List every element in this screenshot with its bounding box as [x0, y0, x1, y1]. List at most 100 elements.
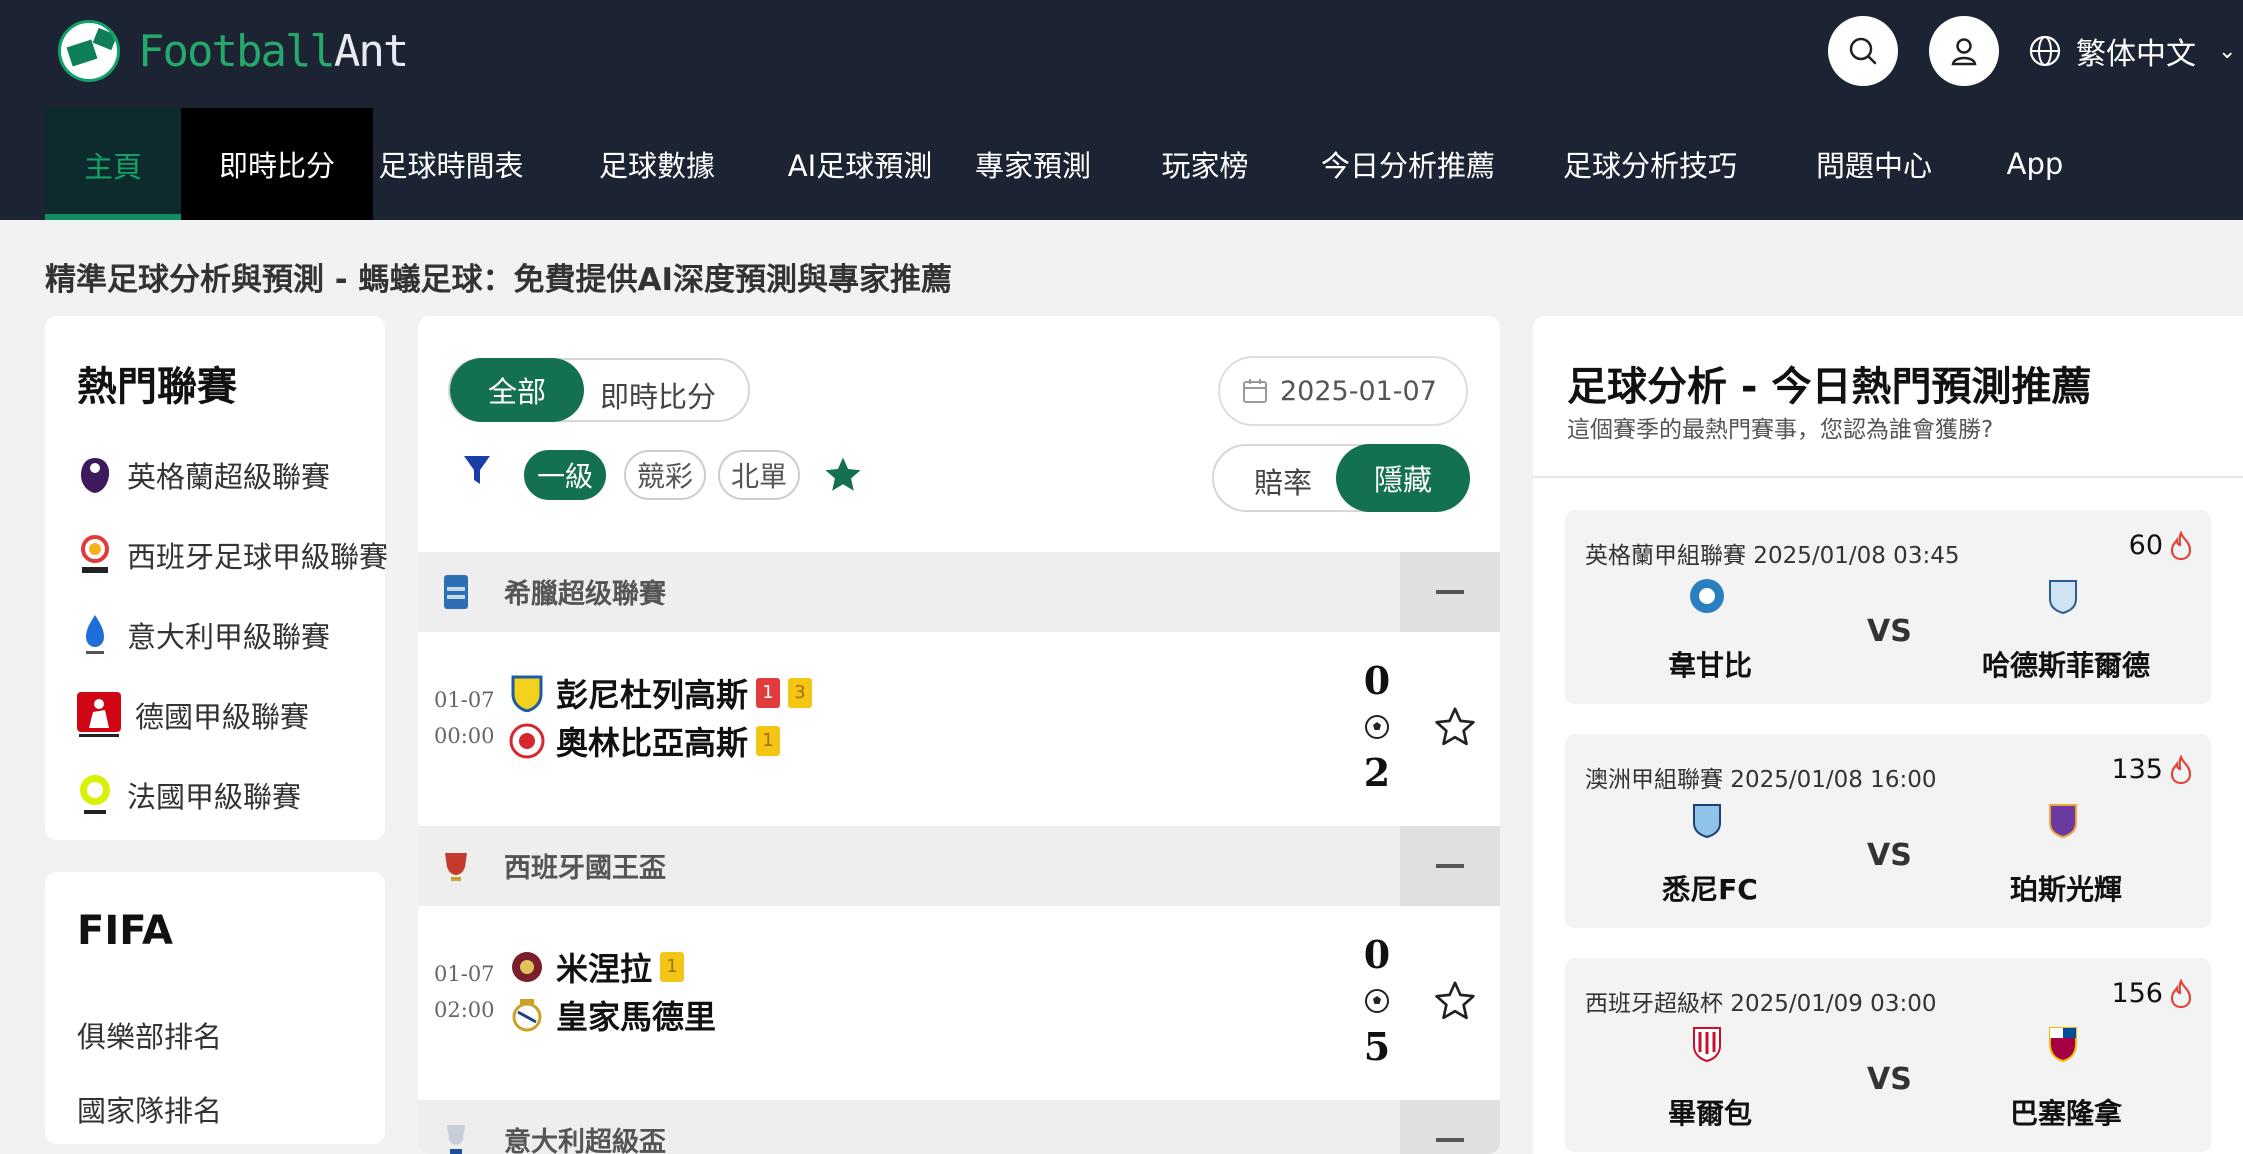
sidebar-league-serie-a[interactable]: 意大利甲級聯賽 — [75, 614, 330, 656]
vs-label: VS — [1867, 838, 1912, 873]
nav-ai-prediction[interactable]: AI足球預測 — [785, 108, 935, 220]
home-team[interactable]: 米涅拉 1 — [508, 944, 685, 990]
chip-level1[interactable]: 一級 — [524, 450, 606, 500]
yellow-card-count: 1 — [756, 726, 781, 756]
prediction-card[interactable]: 澳洲甲組聯賽 2025/01/08 16:00 135 悉尼FC VS 珀斯光輝 — [1565, 734, 2211, 928]
matches-panel: 全部 即時比分 2025-01-07 一級 競彩 北單 賠率 隱藏 希臘超级聯賽… — [418, 316, 1500, 1154]
match-date: 01-07 — [434, 688, 495, 712]
heat-value: 60 — [2128, 530, 2163, 561]
football-icon — [1365, 989, 1389, 1013]
toggle-live-button[interactable]: 即時比分 — [600, 374, 716, 416]
fire-icon — [2170, 978, 2192, 1008]
away-team-crest-icon — [2043, 576, 2083, 616]
favorite-star-icon[interactable] — [1432, 704, 1478, 750]
heat-value: 135 — [2111, 754, 2163, 785]
odds-button[interactable]: 賠率 — [1254, 460, 1312, 502]
nav-football-data[interactable]: 足球數據 — [529, 108, 785, 220]
fire-icon — [2170, 754, 2192, 784]
away-team-crest-icon — [508, 722, 546, 760]
user-button[interactable] — [1929, 16, 1999, 86]
nav-today-analysis[interactable]: 今日分析推薦 — [1279, 108, 1537, 220]
vs-label: VS — [1867, 614, 1912, 649]
favorite-star-icon[interactable] — [1432, 978, 1478, 1024]
sidebar-league-label: 法國甲級聯賽 — [127, 780, 302, 814]
sidebar-league-premier[interactable]: 英格蘭超級聯賽 — [75, 454, 330, 496]
hot-leagues-title: 熱門聯賽 — [77, 364, 237, 410]
predictions-title: 足球分析 - 今日熱門預測推薦 — [1567, 364, 2092, 410]
sidebar-league-bundesliga[interactable]: 德國甲級聯賽 — [75, 692, 309, 737]
away-team-crest-icon — [508, 996, 546, 1034]
sidebar-league-ligue1[interactable]: 法國甲級聯賽 — [75, 774, 301, 816]
football-icon — [1365, 715, 1389, 739]
fifa-card: FIFA 俱樂部排名 國家隊排名 — [45, 872, 385, 1144]
minus-icon — [1436, 1138, 1464, 1142]
date-value: 2025-01-07 — [1280, 375, 1437, 407]
nav-app[interactable]: App — [1985, 108, 2085, 220]
league-group-name: 意大利超級盃 — [504, 1127, 666, 1154]
league-group-header[interactable]: 意大利超級盃 — [418, 1100, 1500, 1154]
collapse-button[interactable] — [1400, 1100, 1500, 1154]
nav-expert-prediction[interactable]: 專家預測 — [935, 108, 1131, 220]
away-team[interactable]: 皇家馬德里 — [508, 992, 716, 1038]
yellow-card-count: 3 — [788, 678, 813, 708]
nav-player-board[interactable]: 玩家榜 — [1131, 108, 1279, 220]
date-picker[interactable]: 2025-01-07 — [1218, 356, 1468, 426]
sidebar-league-label: 意大利甲級聯賽 — [127, 620, 331, 654]
league-group-header[interactable]: 西班牙國王盃 — [418, 826, 1500, 906]
sidebar-league-label: 英格蘭超級聯賽 — [127, 460, 331, 494]
bundesliga-icon — [75, 692, 123, 737]
nav-live-scores[interactable]: 即時比分 — [181, 108, 373, 220]
fifa-national-ranking-link[interactable]: 國家隊排名 — [77, 1088, 222, 1130]
league-group-name: 西班牙國王盃 — [504, 853, 666, 884]
prediction-league-time: 澳洲甲組聯賽 2025/01/08 16:00 — [1585, 767, 1937, 793]
collapse-button[interactable] — [1400, 552, 1500, 632]
toggle-all-button[interactable]: 全部 — [450, 358, 584, 422]
home-team[interactable]: 彭尼杜列高斯 1 3 — [508, 670, 813, 716]
sidebar-league-label: 西班牙足球甲級聯賽 — [127, 540, 389, 574]
prediction-card[interactable]: 英格蘭甲組聯賽 2025/01/08 03:45 60 韋甘比 VS 哈德斯菲爾… — [1565, 510, 2211, 704]
laliga-icon — [75, 535, 115, 575]
nav-schedule[interactable]: 足球時間表 — [373, 108, 529, 220]
league-group-name: 希臘超级聯賽 — [504, 579, 666, 610]
match-row[interactable]: 01-07 00:00 彭尼杜列高斯 1 3 奧林比亞高斯 1 0 2 — [418, 632, 1500, 826]
main-nav: 主頁 即時比分 足球時間表 足球數據 AI足球預測 專家預測 玩家榜 今日分析推… — [45, 108, 2085, 220]
fifa-club-ranking-link[interactable]: 俱樂部排名 — [77, 1014, 222, 1056]
away-score: 2 — [1363, 750, 1391, 795]
site-header: FootballAnt 繁体中文 ⌄ 主頁 即時比分 足球時間表 足球數據 AI… — [0, 0, 2243, 220]
collapse-button[interactable] — [1400, 826, 1500, 906]
minus-icon — [1436, 864, 1464, 868]
chip-north-single[interactable]: 北單 — [718, 450, 800, 500]
away-team[interactable]: 奧林比亞高斯 1 — [508, 718, 781, 764]
favorites-star-icon[interactable] — [822, 454, 864, 496]
away-team-name: 皇家馬德里 — [556, 998, 717, 1036]
heat-value: 156 — [2111, 978, 2163, 1009]
red-card-count: 1 — [756, 678, 781, 708]
prediction-away-team: 珀斯光輝 — [2009, 873, 2122, 906]
logo-text-ant: Ant — [333, 25, 409, 77]
home-score: 0 — [1363, 658, 1391, 703]
fifa-title: FIFA — [77, 908, 173, 954]
prediction-card[interactable]: 西班牙超級杯 2025/01/09 03:00 156 畢爾包 VS 巴塞隆拿 — [1565, 958, 2211, 1152]
filter-icon[interactable] — [462, 452, 492, 488]
logo[interactable]: FootballAnt — [58, 20, 409, 82]
match-row[interactable]: 01-07 02:00 米涅拉 1 皇家馬德里 0 5 — [418, 906, 1500, 1100]
vs-label: VS — [1867, 1062, 1912, 1097]
heat-count: 60 — [2129, 530, 2193, 561]
prediction-league-time: 英格蘭甲組聯賽 2025/01/08 03:45 — [1585, 543, 1960, 569]
serie-a-icon — [75, 615, 115, 655]
away-team-name: 奧林比亞高斯 — [556, 724, 749, 762]
language-selector[interactable]: 繁体中文 ⌄ — [2028, 26, 2236, 76]
nav-analysis-tips[interactable]: 足球分析技巧 — [1537, 108, 1763, 220]
ligue1-icon — [75, 775, 115, 815]
nav-help-center[interactable]: 問題中心 — [1763, 108, 1985, 220]
chip-lottery[interactable]: 競彩 — [624, 450, 706, 500]
scope-toggle: 全部 即時比分 — [448, 358, 750, 422]
league-group-header[interactable]: 希臘超级聯賽 — [418, 552, 1500, 632]
search-button[interactable] — [1828, 16, 1898, 86]
yellow-card-count: 1 — [660, 952, 685, 982]
home-team-name: 米涅拉 — [556, 950, 653, 988]
away-score: 5 — [1363, 1024, 1391, 1069]
sidebar-league-laliga[interactable]: 西班牙足球甲級聯賽 — [75, 534, 388, 576]
nav-home[interactable]: 主頁 — [45, 108, 181, 220]
hide-button[interactable]: 隱藏 — [1336, 444, 1470, 512]
